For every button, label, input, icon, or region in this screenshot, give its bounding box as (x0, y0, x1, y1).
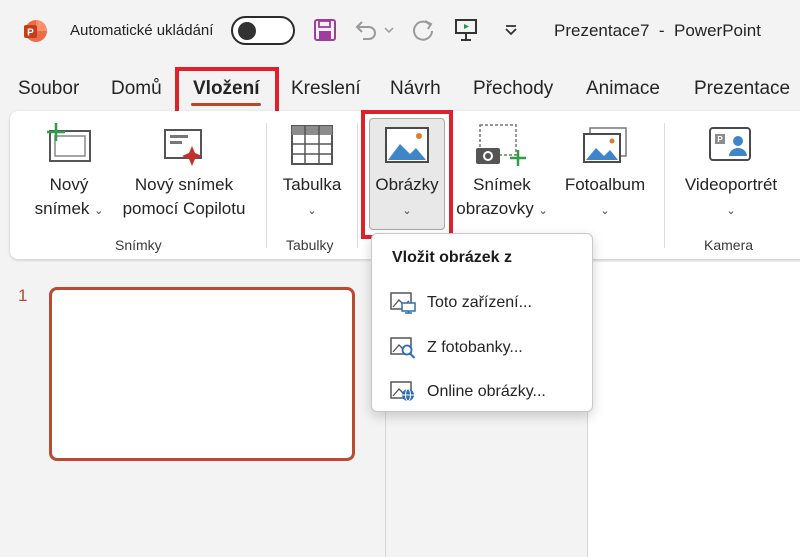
table-icon (291, 125, 333, 165)
cameo-icon: P (709, 127, 751, 161)
menu-item-online-pictures[interactable]: Online obrázky... (372, 373, 592, 411)
undo-icon[interactable] (352, 15, 380, 45)
camera-group-label: Kamera (704, 237, 754, 253)
title-bar: P Automatické ukládání Prezentace7 - Pow… (0, 0, 800, 62)
insert-picture-menu: Vložit obrázek z Toto zařízení... Z foto… (371, 233, 593, 412)
menu-item-label: Online obrázky... (427, 383, 546, 400)
tables-group-label: Tabulky (286, 237, 334, 253)
table-button[interactable]: Tabulka ⌄ (276, 173, 348, 223)
tab-home[interactable]: Domů (111, 78, 162, 100)
menu-item-label: Z fotobanky... (427, 339, 523, 356)
new-slide-label-1: Nový (49, 175, 89, 194)
tab-slideshow[interactable]: Prezentace (694, 78, 790, 100)
screenshot-label-1: Snímek (473, 175, 531, 194)
cameo-label: Videoportrét (684, 175, 778, 194)
slide-number: 1 (18, 286, 28, 305)
new-slide-button[interactable]: Nový snímek ⌄ (28, 173, 110, 223)
online-pictures-icon (390, 381, 414, 402)
new-slide-label-2: snímek (34, 199, 90, 218)
menu-item-stock-images[interactable]: Z fotobanky... (372, 329, 592, 367)
chevron-down-icon: ⌄ (94, 205, 104, 217)
chevron-down-icon: ⌄ (726, 205, 736, 217)
slides-group-label: Snímky (115, 237, 162, 253)
pictures-button-highlight (361, 110, 453, 239)
screenshot-icon (476, 124, 526, 166)
copilot-slide-label-1: Nový snímek (134, 175, 234, 194)
photo-album-label: Fotoalbum (564, 175, 646, 194)
copilot-slide-icon (164, 129, 202, 166)
svg-text:P: P (717, 135, 723, 144)
table-label: Tabulka (282, 175, 342, 194)
svg-text:P: P (27, 28, 34, 39)
group-separator (266, 123, 267, 248)
redo-icon[interactable] (409, 15, 437, 45)
chevron-down-icon: ⌄ (600, 205, 610, 217)
tab-transitions[interactable]: Přechody (473, 78, 553, 100)
autosave-label: Automatické ukládání (70, 22, 214, 39)
copilot-slide-label-2: pomocí Copilotu (122, 199, 246, 218)
document-title: Prezentace7 - PowerPoint (554, 21, 761, 40)
tab-draw[interactable]: Kreslení (291, 78, 361, 100)
new-slide-icon (47, 123, 91, 162)
device-picture-icon (390, 292, 416, 314)
menu-item-this-device[interactable]: Toto zařízení... (372, 284, 592, 322)
photo-album-button[interactable]: Fotoalbum ⌄ (557, 173, 653, 223)
stock-images-icon (390, 337, 416, 359)
menu-item-label: Toto zařízení... (427, 294, 532, 311)
copilot-slide-button[interactable]: Nový snímek pomocí Copilotu (113, 173, 255, 221)
tab-design[interactable]: Návrh (390, 78, 441, 100)
save-icon[interactable] (311, 15, 339, 45)
cameo-button[interactable]: Videoportrét ⌄ (676, 173, 786, 223)
slide-canvas[interactable] (587, 262, 800, 557)
screenshot-label-2: obrazovky (456, 199, 534, 218)
present-from-start-icon[interactable] (452, 15, 480, 45)
ribbon-tabs: Soubor Domů Vložení Kreslení Návrh Přech… (0, 72, 800, 108)
tab-animations[interactable]: Animace (586, 78, 660, 100)
photo-album-icon (583, 127, 627, 163)
customize-qat-icon[interactable] (497, 15, 525, 45)
toggle-knob (238, 22, 256, 40)
chevron-down-icon: ⌄ (307, 205, 317, 217)
autosave-toggle[interactable] (231, 16, 295, 45)
tab-file[interactable]: Soubor (18, 78, 79, 100)
screenshot-button[interactable]: Snímek obrazovky ⌄ (452, 173, 552, 223)
group-separator (357, 123, 358, 248)
group-separator (664, 123, 665, 248)
powerpoint-logo-icon: P (24, 20, 47, 42)
menu-title: Vložit obrázek z (392, 249, 513, 266)
chevron-down-icon: ⌄ (538, 205, 548, 217)
slide-thumbnail[interactable] (49, 287, 355, 461)
undo-dropdown-icon[interactable] (381, 15, 397, 45)
